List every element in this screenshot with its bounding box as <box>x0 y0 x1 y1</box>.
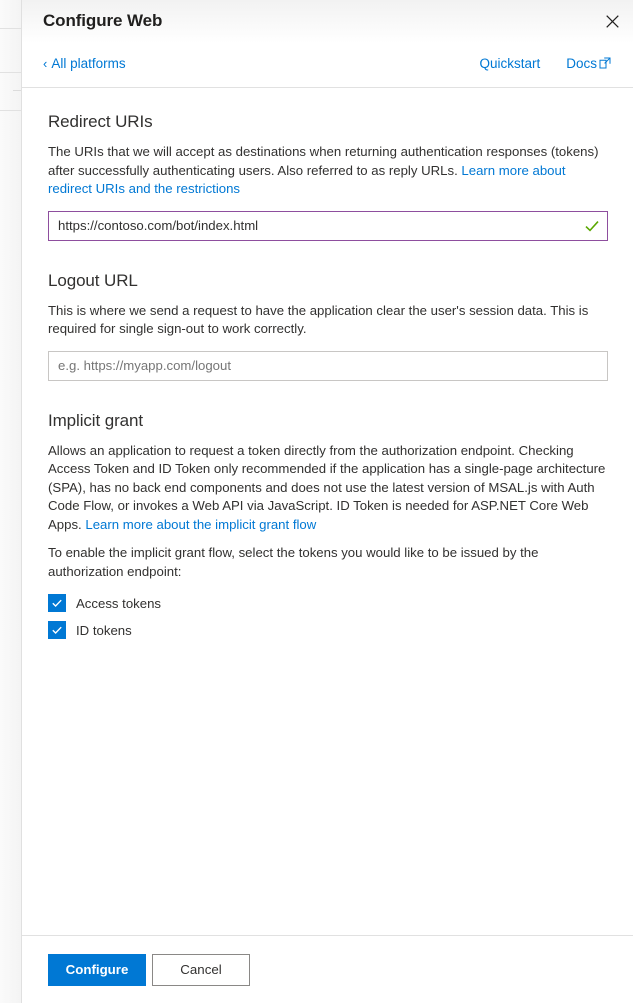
docs-label: Docs <box>566 56 597 71</box>
cancel-button[interactable]: Cancel <box>152 953 250 986</box>
blade-body: Redirect URIs The URIs that we will acce… <box>22 88 633 935</box>
checkbox-row-id-tokens[interactable]: ID tokens <box>48 621 132 639</box>
checkbox-row-access-tokens[interactable]: Access tokens <box>48 594 161 612</box>
redirect-uris-description: The URIs that we will accept as destinat… <box>48 143 608 199</box>
page-title: Configure Web <box>43 11 163 30</box>
checkmark-icon <box>52 626 62 634</box>
background-divider <box>0 110 21 111</box>
command-bar-right-group: Quickstart Docs <box>479 56 611 71</box>
close-button[interactable] <box>591 0 633 42</box>
logout-url-field <box>48 350 608 381</box>
checkbox-id-tokens[interactable] <box>48 621 66 639</box>
background-divider <box>13 90 21 91</box>
back-to-all-platforms-link[interactable]: ‹ All platforms <box>43 56 126 71</box>
checkbox-access-tokens[interactable] <box>48 594 66 612</box>
quickstart-link[interactable]: Quickstart <box>479 56 540 71</box>
background-divider <box>0 28 21 29</box>
quickstart-label: Quickstart <box>479 56 541 71</box>
checkmark-icon <box>52 599 62 607</box>
redirect-uri-field <box>48 210 608 241</box>
configure-button[interactable]: Configure <box>48 953 146 986</box>
implicit-grant-heading: Implicit grant <box>48 410 143 430</box>
back-link-label: All platforms <box>51 56 126 71</box>
redirect-uris-heading: Redirect URIs <box>48 112 153 131</box>
chevron-left-icon: ‹ <box>43 56 48 71</box>
docs-link[interactable]: Docs <box>566 56 611 71</box>
logout-url-input[interactable] <box>48 350 608 381</box>
redirect-uri-input[interactable] <box>48 210 608 241</box>
close-icon <box>605 14 619 28</box>
configure-web-blade: Configure Web ‹ All platforms Quickstart… <box>21 0 633 1003</box>
external-link-icon <box>599 57 611 72</box>
implicit-grant-instruction: To enable the implicit grant flow, selec… <box>48 545 539 579</box>
checkbox-label-access-tokens: Access tokens <box>76 595 162 611</box>
blade-command-bar: ‹ All platforms Quickstart Docs <box>22 43 633 88</box>
blade-footer: Configure Cancel <box>22 935 633 1003</box>
logout-url-heading: Logout URL <box>48 270 138 290</box>
implicit-grant-learn-more-link[interactable]: Learn more about the implicit grant flow <box>85 517 316 532</box>
checkbox-label-id-tokens: ID tokens <box>76 622 132 638</box>
background-divider <box>0 72 21 73</box>
logout-url-description: This is where we send a request to have … <box>48 302 589 337</box>
implicit-grant-description: Allows an application to request a token… <box>48 442 608 535</box>
background-left-column <box>0 0 21 1003</box>
blade-header: Configure Web <box>22 0 633 43</box>
